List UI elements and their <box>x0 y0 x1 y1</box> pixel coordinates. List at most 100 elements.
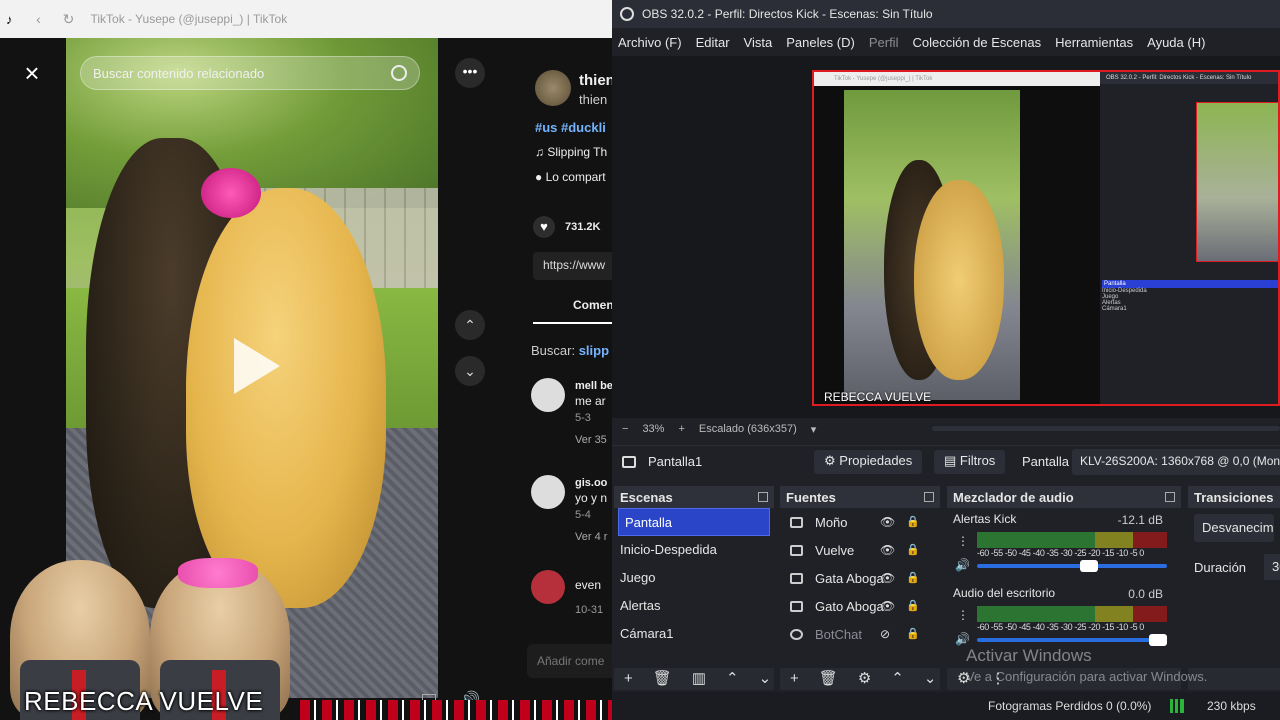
filters-button[interactable]: ▤ Filtros <box>934 450 1006 474</box>
search-icon[interactable] <box>391 65 407 81</box>
duration-input[interactable]: 30 <box>1264 554 1280 580</box>
preview-scrollbar[interactable] <box>932 426 1280 431</box>
zoom-out-button[interactable]: − <box>622 423 628 435</box>
video-url[interactable]: https://www <box>533 252 612 280</box>
commenter-avatar[interactable] <box>531 570 565 604</box>
volume-slider[interactable] <box>977 638 1167 642</box>
move-up-icon[interactable]: ⌃ <box>726 669 739 687</box>
browser-tab-bar: ♪ ‹ ↻ TikTok - Yusepe (@juseppi_) | TikT… <box>0 0 612 38</box>
lock-icon[interactable]: 🔒 <box>906 599 920 612</box>
video-details-panel: thien thien #us #duckli ♫ Slipping Th ● … <box>505 38 612 720</box>
source-item[interactable]: Gata Aboga 👁 🔒 <box>780 564 940 592</box>
browser-tab-title[interactable]: TikTok - Yusepe (@juseppi_) | TikTok <box>91 12 288 26</box>
view-replies[interactable]: Ver 4 r <box>575 531 607 543</box>
source-name: BotChat <box>815 626 862 642</box>
channel-db: -12.1 dB <box>1117 513 1163 527</box>
speaker-icon[interactable]: 🔊 <box>955 632 970 646</box>
close-icon[interactable]: × <box>18 60 46 88</box>
commenter-name[interactable]: mell be <box>575 380 612 392</box>
lock-icon[interactable]: 🔒 <box>906 571 920 584</box>
source-item[interactable]: Vuelve 👁 🔒 <box>780 536 940 564</box>
undock-icon[interactable] <box>1165 492 1175 502</box>
music-link[interactable]: ♫ Slipping Th <box>535 145 607 159</box>
back-icon[interactable]: ‹ <box>31 11 47 27</box>
menu-coleccion-escenas[interactable]: Colección de Escenas <box>912 35 1041 50</box>
add-scene-icon[interactable]: + <box>624 670 633 687</box>
source-item[interactable]: Moño 👁 🔒 <box>780 508 940 536</box>
eye-icon[interactable]: 👁 <box>880 571 895 585</box>
volume-slider-handle[interactable] <box>1149 634 1167 646</box>
eye-hidden-icon[interactable]: ⊘ <box>880 627 890 641</box>
menu-perfil[interactable]: Perfil <box>869 35 899 50</box>
move-up-icon[interactable]: ⌃ <box>891 669 904 687</box>
dropped-frames: Fotogramas Perdidos 0 (0.0%) <box>988 699 1152 713</box>
scene-item-pantalla[interactable]: Pantalla <box>618 508 770 536</box>
scene-item-juego[interactable]: Juego <box>614 564 774 592</box>
scene-filters-icon[interactable]: ▥ <box>692 669 706 687</box>
undock-icon[interactable] <box>758 492 768 502</box>
move-down-icon[interactable]: ⌄ <box>759 669 772 687</box>
reload-icon[interactable]: ↻ <box>61 11 77 27</box>
previous-video-button[interactable]: ⌃ <box>455 310 485 340</box>
program-preview[interactable]: TikTok - Yusepe (@juseppi_) | TikTok REB… <box>812 70 1280 406</box>
more-options-icon[interactable]: ••• <box>455 58 485 88</box>
lock-icon[interactable]: 🔒 <box>906 515 920 528</box>
speaker-icon[interactable]: 🔊 <box>955 558 970 572</box>
author-name[interactable]: thien <box>579 72 612 89</box>
sources-title: Fuentes <box>786 489 836 505</box>
lock-icon[interactable]: 🔒 <box>906 543 920 556</box>
tab-comments[interactable]: Comen <box>573 298 612 312</box>
volume-slider[interactable] <box>977 564 1167 568</box>
preview-browser-bar: TikTok - Yusepe (@juseppi_) | TikTok <box>814 72 1104 86</box>
menu-editar[interactable]: Editar <box>696 35 730 50</box>
commenter-avatar[interactable] <box>531 378 565 412</box>
related-search-input[interactable]: Buscar contenido relacionado <box>80 56 420 90</box>
search-term[interactable]: slipp <box>579 343 609 358</box>
source-name: Moño <box>815 514 848 530</box>
author-avatar[interactable] <box>535 70 571 106</box>
next-video-button[interactable]: ⌄ <box>455 356 485 386</box>
obs-window-title: OBS 32.0.2 - Perfil: Directos Kick - Esc… <box>642 7 933 21</box>
lock-icon[interactable]: 🔒 <box>906 627 920 640</box>
eye-icon[interactable]: 👁 <box>880 599 895 613</box>
play-icon[interactable] <box>234 338 280 394</box>
eye-icon[interactable]: 👁 <box>880 515 895 529</box>
commenter-name[interactable]: gis.oo <box>575 477 607 489</box>
view-replies[interactable]: Ver 35 <box>575 434 607 446</box>
hashtags[interactable]: #us #duckli <box>535 120 606 135</box>
zoom-in-button[interactable]: + <box>678 423 684 435</box>
overlay-text: REBECCA VUELVE <box>24 686 264 716</box>
source-item[interactable]: Gato Aboga 👁 🔒 <box>780 592 940 620</box>
menu-ayuda[interactable]: Ayuda (H) <box>1147 35 1205 50</box>
kebab-menu-icon[interactable]: ⋮ <box>957 534 969 548</box>
kebab-menu-icon[interactable]: ⋮ <box>957 608 969 622</box>
menu-vista[interactable]: Vista <box>744 35 773 50</box>
eye-icon[interactable]: 👁 <box>880 543 895 557</box>
related-search-placeholder: Buscar contenido relacionado <box>93 65 265 81</box>
obs-title-bar: OBS 32.0.2 - Perfil: Directos Kick - Esc… <box>612 0 1280 28</box>
scene-item-inicio-despedida[interactable]: Inicio-Despedida <box>614 536 774 564</box>
display-select[interactable]: KLV-26S200A: 1360x768 @ 0,0 (Mon <box>1072 449 1280 475</box>
comment-search[interactable]: Buscar: slipp <box>531 343 609 358</box>
undock-icon[interactable] <box>924 492 934 502</box>
source-properties-icon[interactable]: ⚙ <box>858 669 871 687</box>
remove-source-icon[interactable]: 🗑 <box>819 669 838 687</box>
commenter-avatar[interactable] <box>531 475 565 509</box>
chevron-down-icon[interactable]: ▾ <box>811 423 817 436</box>
volume-slider-handle[interactable] <box>1080 560 1099 572</box>
menu-paneles[interactable]: Paneles (D) <box>786 35 855 50</box>
move-down-icon[interactable]: ⌄ <box>924 669 937 687</box>
menu-archivo[interactable]: Archivo (F) <box>618 35 682 50</box>
transition-select[interactable]: Desvanecimi <box>1194 514 1274 542</box>
menu-herramientas[interactable]: Herramientas <box>1055 35 1133 50</box>
add-source-icon[interactable]: + <box>790 670 799 687</box>
source-item[interactable]: BotChat ⊘ 🔒 <box>780 620 940 648</box>
dot-icon: ● <box>535 170 546 184</box>
preview-obs-window: OBS 32.0.2 - Perfil: Directos Kick - Esc… <box>1100 72 1278 404</box>
scene-item-camara1[interactable]: Cámara1 <box>614 620 774 648</box>
add-comment-input[interactable]: Añadir come <box>527 644 612 678</box>
remove-scene-icon[interactable]: 🗑 <box>653 669 672 687</box>
heart-icon[interactable]: ♥ <box>533 216 555 238</box>
scene-item-alertas[interactable]: Alertas <box>614 592 774 620</box>
properties-button[interactable]: ⚙ Propiedades <box>814 450 923 474</box>
